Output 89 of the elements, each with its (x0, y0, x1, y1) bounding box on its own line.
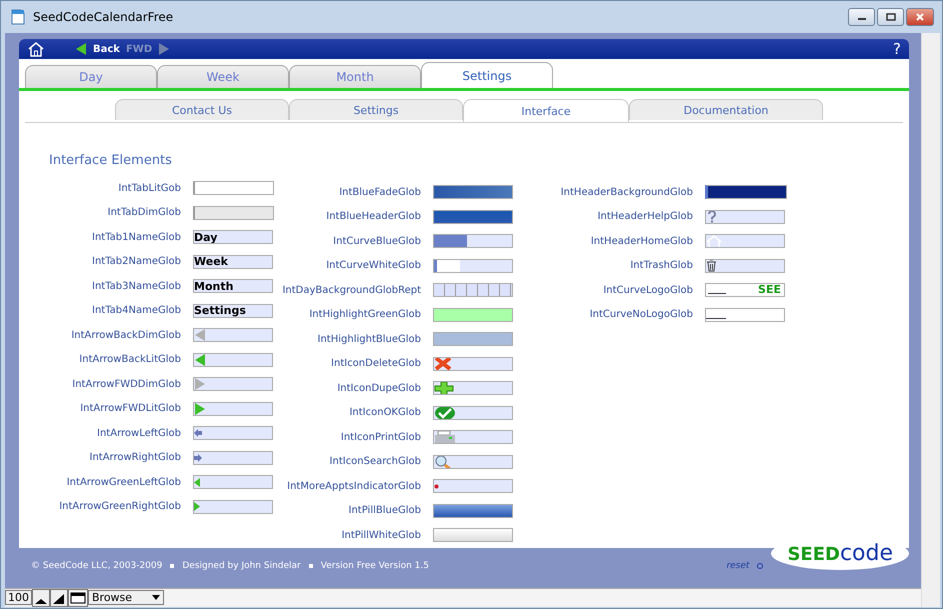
checkmark-icon (434, 406, 456, 419)
close-button[interactable] (906, 8, 934, 26)
field-label: IntCurveWhiteGlob (325, 260, 421, 272)
left-arrow-icon (194, 478, 200, 487)
field-label: IntHeaderHelpGlob (596, 211, 693, 222)
field-value: Day (193, 230, 273, 244)
field-label: IntIconDupeGlob (336, 382, 421, 394)
tab[interactable]: Settings (421, 62, 553, 88)
zoom-in-icon[interactable] (50, 588, 68, 606)
footer-text: Version Free Version 1.5 (320, 560, 429, 570)
field-label: IntHeaderBackgroundGlob (560, 186, 693, 198)
field-label: IntBlueHeaderGlob (325, 211, 421, 222)
field-label: IntBlueFadeGlob (338, 186, 421, 198)
field-label: IntArrowGreenRightGlob (58, 501, 181, 512)
forward-link[interactable]: FWD (126, 44, 152, 54)
toolbar-toggle-icon[interactable] (68, 588, 88, 606)
printer-icon (434, 431, 456, 444)
delete-icon (434, 358, 452, 370)
field-label: IntIconPrintGlob (340, 432, 421, 443)
logo-preview: SEE (705, 283, 785, 298)
field-label: IntTab4NameGlob (91, 305, 181, 316)
field-label: IntPillWhiteGlob (340, 530, 421, 541)
subtab[interactable]: Documentation (629, 99, 823, 120)
document-icon (11, 9, 25, 25)
field-label: IntTab2NameGlob (91, 256, 181, 268)
subtab[interactable]: Contact Us (115, 99, 289, 120)
field-label: IntCurveNoLogoGlob (588, 309, 693, 320)
left-arrow-icon (194, 354, 206, 366)
field-label: IntArrowFWDLitGlob (79, 403, 181, 414)
trash-icon (706, 260, 717, 272)
window-title: SeedCodeCalendarFree (33, 10, 174, 24)
minimize-button[interactable] (848, 8, 875, 26)
left-arrow-icon (194, 429, 202, 438)
field-label: IntPillBlueGlob (348, 505, 421, 516)
field-label: IntArrowFWDDimGlob (71, 378, 181, 390)
vertical-scrollbar[interactable] (921, 33, 940, 606)
subtab[interactable]: Interface (463, 99, 629, 122)
field-label: IntIconSearchGlob (328, 456, 421, 468)
mode-dropdown[interactable]: Browse (88, 590, 164, 605)
right-arrow-icon (194, 402, 206, 415)
search-icon (434, 456, 454, 468)
zoom-out-icon[interactable] (32, 588, 50, 606)
field-label: IntArrowRightGlob (88, 452, 181, 464)
zoom-level[interactable]: 100 (5, 590, 32, 605)
subtab[interactable]: Settings (289, 99, 463, 120)
right-arrow-icon (194, 502, 200, 512)
footer-text: Designed by John Sindelar (182, 560, 301, 570)
horizontal-scrollbar[interactable] (164, 590, 921, 606)
back-arrow-icon[interactable] (75, 42, 87, 56)
field-label: IntHighlightGreenGlob (308, 309, 421, 320)
field-label: IntCurveLogoGlob (602, 284, 693, 296)
tab[interactable]: Week (157, 65, 289, 88)
maximize-icon (886, 13, 896, 21)
field-label: IntArrowBackDimGlob (70, 330, 181, 341)
field-label: IntTabLitGob (117, 182, 181, 194)
field-label: IntHeaderHomeGlob (590, 236, 693, 247)
reset-link[interactable]: reset (726, 560, 750, 570)
forward-arrow-icon[interactable] (158, 42, 170, 56)
field-label: IntCurveBlueGlob (332, 236, 421, 247)
plus-icon (434, 382, 454, 394)
dot-icon (434, 484, 439, 489)
back-link[interactable]: Back (93, 44, 120, 54)
field-label: IntDayBackgroundGlobRept (281, 284, 421, 296)
field-label: IntTrashGlob (629, 260, 693, 272)
caret-icon (152, 595, 160, 600)
field-label: IntTabDimGlob (106, 207, 181, 218)
section-title: Interface Elements (49, 153, 173, 168)
field-label: IntArrowGreenLeftGlob (66, 476, 181, 488)
field-label: IntArrowLeftGlob (96, 428, 181, 439)
maximize-button[interactable] (877, 8, 904, 26)
field-label: IntIconDeleteGlob (330, 358, 421, 370)
field-value: Settings (193, 304, 273, 318)
field-label: IntHighlightBlueGlob (316, 334, 421, 345)
field-label: IntArrowBackLitGlob (78, 354, 181, 366)
field-value: Month (193, 279, 273, 294)
tab[interactable]: Day (25, 65, 157, 88)
close-icon (915, 13, 925, 21)
help-link[interactable]: ? (893, 40, 901, 58)
tab[interactable]: Month (289, 65, 421, 88)
footer-text: © SeedCode LLC, 2003-2009 (31, 560, 162, 570)
right-arrow-icon (194, 454, 202, 462)
field-label: IntTab3NameGlob (91, 280, 181, 292)
field-label: IntTab1NameGlob (91, 232, 181, 243)
house-icon (706, 235, 722, 248)
field-value: Week (193, 254, 273, 269)
field-label: IntIconOKGlob (348, 407, 421, 418)
field-label: IntMoreApptsIndicatorGlob (286, 480, 421, 492)
home-icon[interactable] (27, 41, 45, 57)
help-icon (706, 210, 718, 223)
